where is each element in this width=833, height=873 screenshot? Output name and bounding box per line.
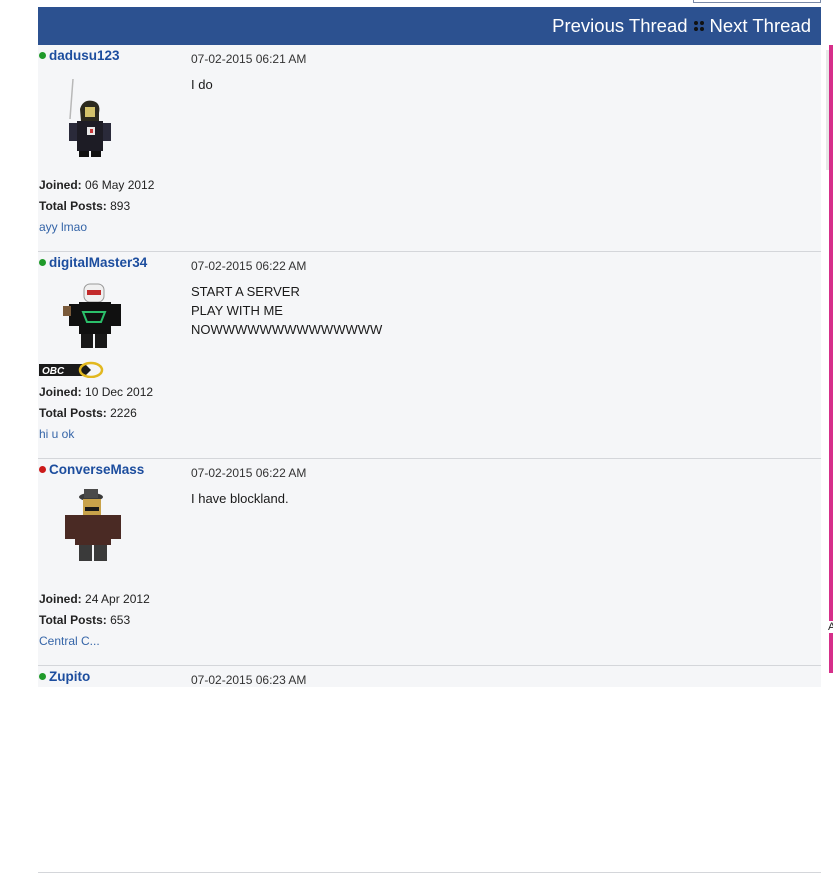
post-body: I have blockland. (191, 489, 289, 508)
joined-label: Joined: (39, 592, 82, 606)
user-line: ConverseMass (39, 462, 144, 477)
adjacent-panel-accent (829, 45, 833, 673)
total-posts-count: 893 (110, 199, 131, 213)
online-status-icon (39, 52, 46, 59)
joined-info: Joined: 10 Dec 2012 (39, 385, 153, 399)
user-line: Zupito (39, 669, 90, 684)
thread-container: Previous Thread Next Thread dadusu123 Jo… (38, 7, 821, 873)
post: Zupito 07-02-2015 06:23 AM (38, 666, 821, 873)
joined-label: Joined: (39, 178, 82, 192)
joined-date: 24 Apr 2012 (85, 592, 150, 606)
badge-text: OBC (42, 366, 65, 377)
total-posts-label: Total Posts: (39, 406, 107, 420)
joined-date: 10 Dec 2012 (85, 385, 154, 399)
total-posts-count: 653 (110, 613, 131, 627)
thread-nav-bar: Previous Thread Next Thread (38, 7, 821, 45)
user-signature: ayy lmao (39, 220, 88, 234)
online-status-icon (39, 259, 46, 266)
total-posts-info: Total Posts: 2226 (39, 406, 137, 420)
post-timestamp: 07-02-2015 06:23 AM (191, 673, 307, 687)
joined-info: Joined: 06 May 2012 (39, 178, 154, 192)
obc-badge: OBC (39, 361, 104, 378)
user-signature: hi u ok (39, 427, 75, 441)
online-status-icon (39, 673, 46, 680)
user-avatar[interactable] (53, 483, 133, 573)
nav-separator-icon (693, 21, 704, 31)
total-posts-label: Total Posts: (39, 199, 107, 213)
joined-info: Joined: 24 Apr 2012 (39, 592, 150, 606)
post: ConverseMass Joined: 24 Apr 2012 Total P… (38, 459, 821, 666)
user-avatar[interactable] (53, 69, 133, 159)
post: dadusu123 Joined: 06 May 2012 Total Post… (38, 45, 821, 252)
joined-date: 06 May 2012 (85, 178, 155, 192)
adjacent-panel-text: A (828, 621, 833, 633)
post-timestamp: 07-02-2015 06:22 AM (191, 466, 307, 480)
user-signature[interactable]: Central C... (39, 634, 100, 648)
previous-thread-link[interactable]: Previous Thread (552, 15, 687, 37)
post-body-line: START A SERVER (191, 284, 300, 299)
offline-status-icon (39, 466, 46, 473)
post-timestamp: 07-02-2015 06:22 AM (191, 259, 307, 273)
user-line: digitalMaster34 (39, 255, 147, 270)
next-thread-link[interactable]: Next Thread (710, 15, 811, 37)
user-line: dadusu123 (39, 48, 120, 63)
post-body: START A SERVER PLAY WITH ME NOWWWWWWWWWW… (191, 282, 382, 339)
post-timestamp: 07-02-2015 06:21 AM (191, 52, 307, 66)
total-posts-label: Total Posts: (39, 613, 107, 627)
post-body-line: I have blockland. (191, 491, 289, 506)
post-body-line: I do (191, 77, 213, 92)
post-body: I do (191, 75, 213, 94)
username-link[interactable]: ConverseMass (49, 462, 144, 477)
post-body-line: PLAY WITH ME (191, 303, 283, 318)
username-link[interactable]: digitalMaster34 (49, 255, 147, 270)
joined-label: Joined: (39, 385, 82, 399)
total-posts-info: Total Posts: 653 (39, 613, 130, 627)
post: digitalMaster34 OBC Joined: 10 Dec 2012 … (38, 252, 821, 459)
total-posts-info: Total Posts: 893 (39, 199, 130, 213)
username-link[interactable]: dadusu123 (49, 48, 120, 63)
top-strip (693, 0, 821, 3)
total-posts-count: 2226 (110, 406, 137, 420)
post-body-line: NOWWWWWWWWWWWWWW (191, 322, 383, 337)
username-link[interactable]: Zupito (49, 669, 90, 684)
user-avatar[interactable] (53, 276, 133, 366)
